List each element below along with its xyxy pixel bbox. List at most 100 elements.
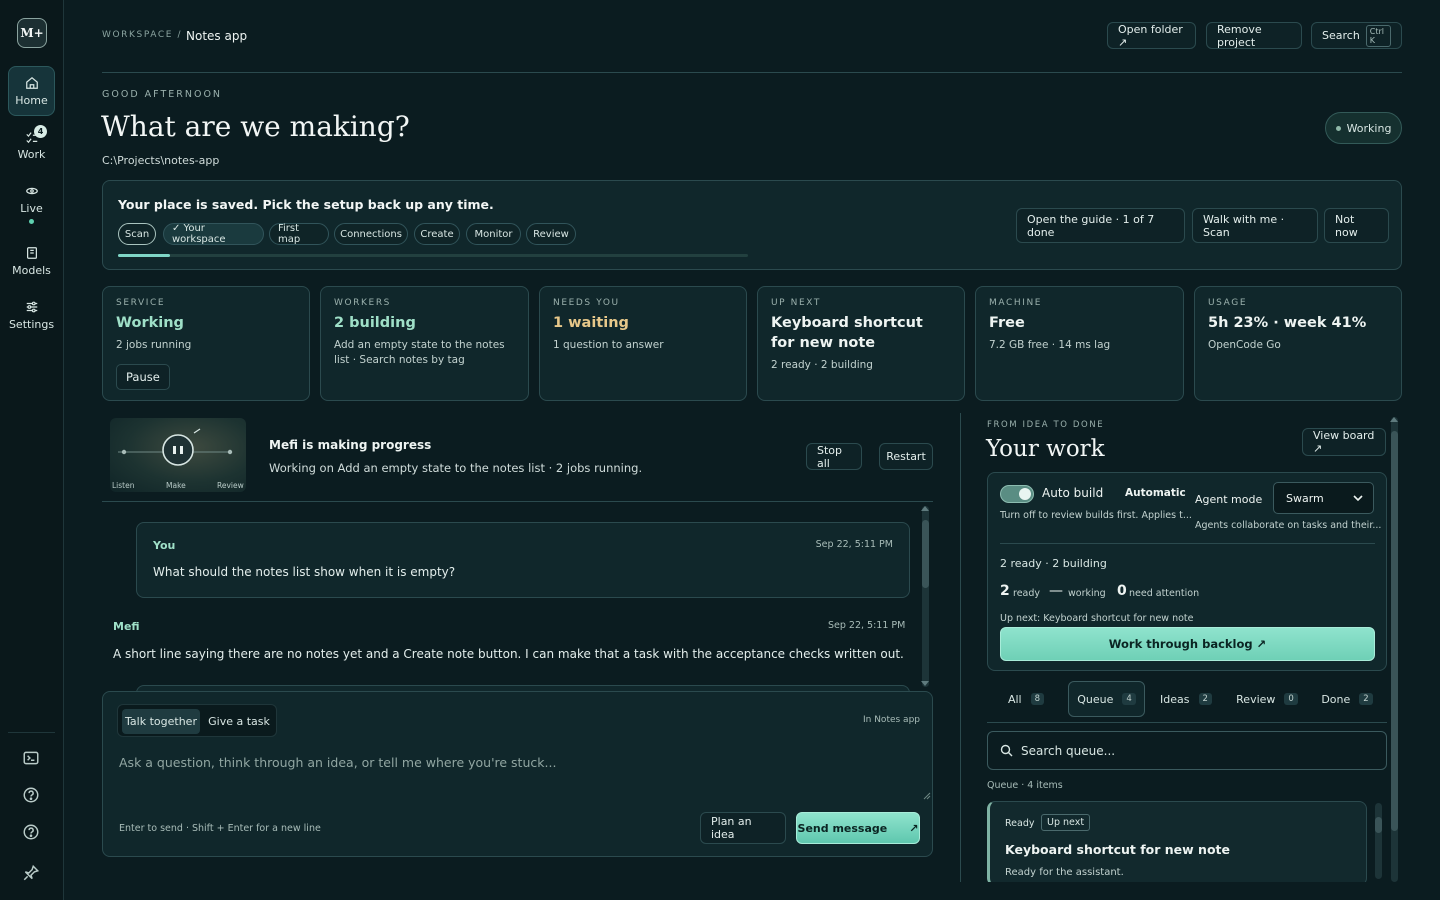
tab-label: Done — [1321, 692, 1351, 706]
tab-done[interactable]: Done 2 — [1316, 681, 1378, 717]
plan-idea-button[interactable]: Plan an idea — [700, 812, 786, 844]
setup-step-connections[interactable]: Connections — [334, 223, 408, 245]
tab-all[interactable]: All 8 — [999, 681, 1053, 717]
setup-banner: Your place is saved. Pick the setup back… — [102, 180, 1402, 270]
stop-all-button[interactable]: Stop all — [806, 443, 862, 470]
message-time: Sep 22, 5:11 PM — [828, 620, 906, 631]
card-value: Working — [116, 315, 184, 331]
service-card: SERVICE Working 2 jobs running Pause — [102, 286, 310, 401]
tab-review[interactable]: Review 0 — [1230, 681, 1304, 717]
nav-item-live[interactable]: Live — [8, 176, 55, 232]
setup-step-scan[interactable]: Scan — [118, 223, 156, 245]
queue-count: Queue · 4 items — [987, 780, 1063, 791]
auto-build-desc: Turn off to review builds first. Applies… — [1000, 510, 1192, 521]
message-input[interactable]: Ask a question, think through an idea, o… — [119, 755, 556, 770]
search-icon — [1000, 744, 1013, 757]
setup-step-create[interactable]: Create — [414, 223, 460, 245]
mode-talk-tab[interactable]: Talk together — [122, 709, 200, 734]
rail-divider — [8, 732, 55, 733]
pin-icon[interactable] — [22, 864, 40, 882]
open-guide-button[interactable]: Open the guide · 1 of 7 done — [1016, 208, 1185, 243]
chat-composer: Talk together Give a task In Notes app A… — [102, 691, 933, 857]
view-board-button[interactable]: View board ↗ — [1302, 428, 1386, 456]
chat-scroll-thumb[interactable] — [922, 520, 929, 588]
queue-scroll-thumb[interactable] — [1375, 817, 1382, 833]
scroll-down-icon[interactable] — [921, 681, 929, 686]
arrow-up-right-icon: ↗ — [909, 821, 919, 835]
open-folder-button[interactable]: Open folder ↗ — [1107, 22, 1196, 49]
setup-step-monitor[interactable]: Monitor — [466, 223, 521, 245]
setup-progress — [118, 254, 748, 257]
resize-handle-icon[interactable] — [923, 792, 931, 800]
queue-item-desc: Ready for the assistant. — [1005, 867, 1124, 878]
sliders-icon — [26, 301, 37, 312]
auto-divider — [1000, 543, 1375, 544]
stage-label-make: Make — [166, 481, 186, 490]
help-icon[interactable] — [22, 786, 40, 804]
app-logo[interactable]: M+ — [17, 18, 47, 48]
panel-scroll-thumb[interactable] — [1391, 431, 1398, 831]
message-author: You — [153, 539, 176, 552]
nav-label-models: Models — [12, 263, 51, 277]
up-next-tag: Up next — [1041, 814, 1091, 831]
search-button[interactable]: Search Ctrl K — [1311, 22, 1402, 49]
setup-step-first-map[interactable]: First map — [269, 223, 329, 245]
chat-scrollbar[interactable] — [922, 506, 929, 687]
card-label: USAGE — [1208, 298, 1248, 308]
banner-divider — [102, 501, 933, 502]
send-message-button[interactable]: Send message ↗ — [796, 812, 920, 844]
panel-scrollbar[interactable] — [1391, 417, 1398, 882]
queue-item[interactable]: Ready Up next Keyboard shortcut for new … — [987, 801, 1367, 886]
card-value: Free — [989, 315, 1025, 331]
work-through-backlog-button[interactable]: Work through backlog ↗ — [1000, 627, 1375, 661]
walk-with-me-button[interactable]: Walk with me · Scan — [1192, 208, 1318, 243]
setup-step-workspace[interactable]: ✓ Your workspace — [163, 223, 264, 245]
card-value: 5h 23% · week 41% — [1208, 315, 1367, 331]
pause-button[interactable]: Pause — [116, 364, 170, 390]
nav-item-work[interactable]: 4 Work — [8, 120, 55, 170]
scroll-up-icon[interactable] — [921, 506, 929, 511]
nav-item-settings[interactable]: Settings — [8, 290, 55, 340]
live-indicator — [29, 219, 34, 224]
setup-step-review[interactable]: Review — [526, 223, 576, 245]
status-badge: Working — [1325, 112, 1402, 144]
tab-ideas[interactable]: Ideas 2 — [1155, 681, 1217, 717]
nav-label-home: Home — [15, 93, 48, 107]
help-icon[interactable] — [22, 823, 40, 841]
message-author: Mefi — [113, 620, 140, 633]
message-text: What should the notes list show when it … — [153, 565, 456, 579]
auto-build-toggle[interactable] — [1000, 485, 1034, 503]
workers-card[interactable]: WORKERS 2 building Add an empty state to… — [320, 286, 529, 401]
card-label: WORKERS — [334, 298, 391, 308]
nav-item-home[interactable]: Home — [8, 66, 55, 116]
nav-item-models[interactable]: Models — [8, 236, 55, 286]
work-badge: 4 — [34, 125, 47, 138]
card-label: MACHINE — [989, 298, 1043, 308]
breadcrumb-root[interactable]: WORKSPACE / — [102, 30, 182, 40]
agent-mode-desc: Agents collaborate on tasks and their... — [1195, 520, 1382, 531]
working-label: working — [1068, 588, 1106, 599]
tab-label: Review — [1236, 692, 1276, 706]
tab-label: Ideas — [1160, 692, 1190, 706]
not-now-button[interactable]: Not now — [1324, 208, 1389, 243]
machine-card: MACHINE Free 7.2 GB free · 14 ms lag — [975, 286, 1184, 401]
greeting: GOOD AFTERNOON — [102, 89, 223, 100]
working-count: — — [1049, 583, 1063, 599]
terminal-icon[interactable] — [22, 749, 40, 767]
card-value: 2 building — [334, 315, 416, 331]
needs-you-card[interactable]: NEEDS YOU 1 waiting 1 question to answer — [539, 286, 747, 401]
message-text: A short line saying there are no notes y… — [113, 647, 904, 661]
mode-task-tab[interactable]: Give a task — [204, 709, 274, 734]
attention-label: need attention — [1129, 588, 1200, 599]
queue-scrollbar[interactable] — [1375, 803, 1382, 879]
restart-button[interactable]: Restart — [879, 443, 933, 470]
scroll-up-icon[interactable] — [1390, 417, 1398, 422]
ready-label: ready — [1013, 588, 1041, 599]
nav-label-live: Live — [20, 202, 43, 215]
agent-mode-select[interactable]: Swarm — [1273, 482, 1374, 514]
card-label: NEEDS YOU — [553, 298, 620, 308]
tab-queue[interactable]: Queue 4 — [1068, 681, 1145, 717]
queue-search-input[interactable]: Search queue... — [987, 731, 1387, 770]
up-next-card[interactable]: UP NEXT Keyboard shortcut for new note 2… — [757, 286, 965, 401]
remove-project-button[interactable]: Remove project — [1206, 22, 1302, 49]
